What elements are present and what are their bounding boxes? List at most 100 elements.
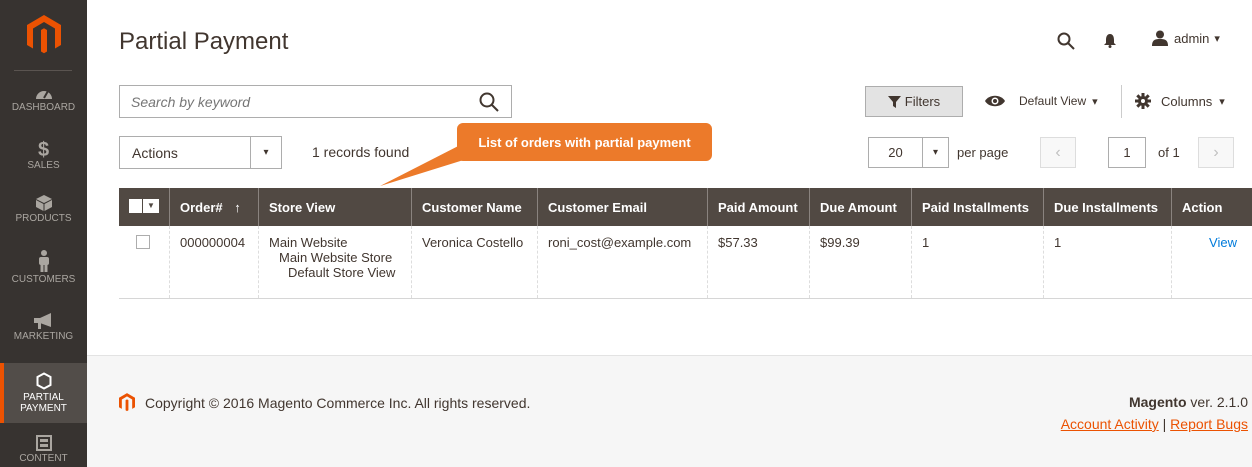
chevron-down-icon: ▾ [1092, 95, 1098, 108]
version-number: ver. 2.1.0 [1186, 394, 1248, 410]
link-separator: | [1158, 416, 1171, 432]
actions-label: Actions [132, 144, 178, 161]
sidebar-item-label: CONTENT [19, 453, 68, 464]
sidebar-item-products[interactable]: PRODUCTS [0, 195, 87, 239]
paid-installments: 1 [911, 226, 1044, 299]
search-icon [479, 92, 499, 112]
sidebar-item-marketing[interactable]: MARKETING [0, 313, 87, 353]
magento-logo-icon [26, 15, 61, 54]
column-header-action: Action [1171, 188, 1252, 226]
sidebar-item-dashboard[interactable]: DASHBOARD [0, 86, 87, 130]
due-amount: $99.39 [809, 226, 912, 299]
column-header-due-installments[interactable]: Due Installments [1043, 188, 1172, 226]
sidebar-item-partial-payment[interactable]: PARTIAL PAYMENT [0, 363, 87, 423]
page-title: Partial Payment [119, 28, 289, 55]
dashboard-icon [35, 90, 52, 99]
filters-label: Filters [904, 94, 941, 109]
sidebar-item-label: MARKETING [13, 331, 74, 342]
magento-logo[interactable] [0, 0, 87, 70]
report-bugs-link[interactable]: Report Bugs [1170, 416, 1248, 432]
table-row: 000000004 Main Website Main Website Stor… [119, 226, 1252, 299]
global-search-button[interactable] [1057, 32, 1075, 55]
page-total: of 1 [1158, 145, 1180, 160]
orders-grid: ▼ Order# ↑ Store View Customer Name Cust… [119, 188, 1252, 299]
mass-select-checkbox[interactable]: ▼ [129, 198, 159, 213]
funnel-icon [887, 95, 901, 108]
sidebar-item-sales[interactable]: $ SALES [0, 140, 87, 184]
column-header-paid-amount[interactable]: Paid Amount [707, 188, 810, 226]
columns-label: Columns [1161, 93, 1213, 109]
admin-sidebar: DASHBOARD $ SALES PRODUCTS CUSTOMERS MAR… [0, 0, 87, 467]
page-footer: Copyright © 2016 Magento Commerce Inc. A… [87, 355, 1252, 467]
callout-pointer [380, 140, 470, 186]
store-view-website: Main Website [269, 235, 348, 250]
order-number: 000000004 [169, 226, 259, 299]
search-submit-button[interactable] [479, 92, 499, 117]
footer-links: Account Activity | Report Bugs [1061, 416, 1248, 432]
keyword-search [119, 85, 512, 118]
version-info: Magento ver. 2.1.0 [1129, 394, 1248, 410]
gear-icon [1135, 93, 1151, 109]
column-header-customer-email[interactable]: Customer Email [537, 188, 708, 226]
bell-icon [1104, 34, 1116, 48]
sidebar-item-content[interactable]: CONTENT [0, 435, 87, 467]
next-page-button[interactable]: › [1198, 137, 1234, 168]
filters-button[interactable]: Filters [865, 86, 963, 117]
row-checkbox[interactable] [136, 235, 150, 249]
default-view-dropdown[interactable]: Default View ▾ [985, 94, 1098, 108]
grid-header-row: ▼ Order# ↑ Store View Customer Name Cust… [119, 188, 1252, 226]
admin-user-menu[interactable]: admin ▾ [1152, 30, 1220, 46]
dollar-icon: $ [37, 139, 50, 161]
sidebar-item-label: PARTIAL PAYMENT [20, 392, 67, 414]
per-page-dropdown[interactable]: 20 ▾ [868, 137, 949, 168]
account-activity-link[interactable]: Account Activity [1061, 416, 1159, 432]
toolbar-divider [1121, 85, 1122, 118]
per-page-value: 20 [888, 145, 903, 160]
copyright: Copyright © 2016 Magento Commerce Inc. A… [119, 393, 530, 412]
store-view-cell: Main Website Main Website Store Default … [258, 226, 412, 299]
layout-icon [35, 435, 52, 451]
chevron-down-icon: ▾ [250, 137, 281, 168]
magento-logo-icon [119, 393, 135, 412]
column-header-order[interactable]: Order# ↑ [169, 188, 259, 226]
person-icon [38, 250, 49, 272]
default-view-label: Default View [1019, 94, 1087, 108]
brand-name: Magento [1128, 394, 1187, 410]
hexagon-icon [36, 372, 51, 390]
user-icon [1152, 30, 1168, 46]
customer-email: roni_cost@example.com [537, 226, 708, 299]
page-number-input[interactable]: 1 [1108, 137, 1146, 168]
customer-name: Veronica Costello [411, 226, 538, 299]
column-header-due-amount[interactable]: Due Amount [809, 188, 912, 226]
mass-actions-dropdown[interactable]: Actions ▾ [119, 136, 282, 169]
sort-ascending-icon: ↑ [234, 199, 241, 215]
sidebar-item-label: CUSTOMERS [11, 274, 76, 285]
previous-page-button[interactable]: ‹ [1040, 137, 1076, 168]
sidebar-item-label: SALES [27, 160, 60, 171]
megaphone-icon [33, 313, 51, 329]
cube-icon [35, 195, 52, 211]
chevron-down-icon: ▾ [1214, 32, 1220, 45]
notifications-button[interactable] [1104, 34, 1116, 53]
column-header-customer-name[interactable]: Customer Name [411, 188, 538, 226]
column-header-paid-installments[interactable]: Paid Installments [911, 188, 1044, 226]
paid-amount: $57.33 [707, 226, 810, 299]
copyright-text: Copyright © 2016 Magento Commerce Inc. A… [145, 394, 531, 411]
columns-dropdown[interactable]: Columns ▾ [1135, 93, 1225, 109]
search-icon [1057, 32, 1075, 50]
chevron-down-icon: ▾ [922, 138, 948, 167]
view-order-link[interactable]: View [1209, 235, 1237, 250]
per-page-label: per page [957, 145, 1009, 160]
chevron-down-icon: ▾ [1219, 95, 1225, 108]
sidebar-item-label: DASHBOARD [11, 102, 76, 113]
eye-icon [985, 95, 1005, 107]
sidebar-item-label: PRODUCTS [15, 213, 72, 224]
chevron-right-icon: › [1213, 143, 1219, 161]
store-view-store: Main Website Store [279, 250, 393, 265]
mass-select-header[interactable]: ▼ [119, 188, 170, 226]
chevron-left-icon: ‹ [1055, 143, 1061, 161]
sidebar-item-customers[interactable]: CUSTOMERS [0, 250, 87, 294]
column-header-store-view[interactable]: Store View [258, 188, 412, 226]
admin-username: admin [1174, 30, 1210, 46]
search-input[interactable] [120, 86, 460, 117]
